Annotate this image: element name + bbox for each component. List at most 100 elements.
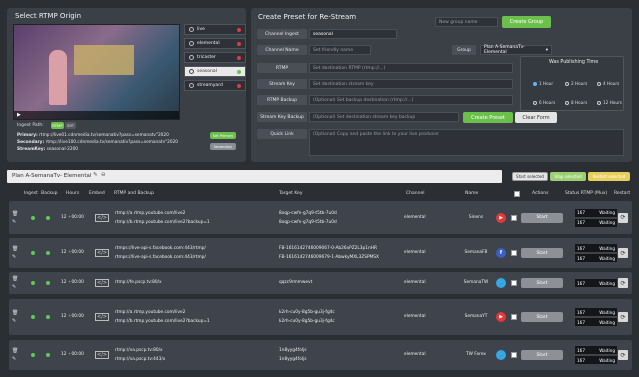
status-dot: [237, 41, 241, 46]
publishing-option[interactable]: 1 Hour: [533, 81, 553, 86]
publishing-option[interactable]: 2 Hours: [565, 81, 587, 86]
tab-srt[interactable]: SRT: [65, 122, 76, 129]
trash-icon[interactable]: 🗑: [12, 276, 18, 282]
row-checkbox[interactable]: [511, 314, 517, 320]
restart-icon[interactable]: ⟳: [618, 312, 628, 322]
edit-icon[interactable]: ✎: [12, 219, 16, 225]
create-group-button[interactable]: Create Group: [502, 16, 551, 28]
backup-status-dot: [46, 353, 50, 357]
channel-value: elemental: [404, 352, 426, 357]
create-preset-button[interactable]: Create Preset: [463, 112, 513, 123]
ingest-status-dot: [31, 353, 35, 357]
rtmp-backup-input[interactable]: (Optional) Set backup destination (rtmp:…: [309, 95, 513, 105]
status-primary: 167 Waiting: [575, 208, 617, 217]
start-selected-button[interactable]: Start selected: [512, 172, 548, 181]
stop-selected-button[interactable]: Stop selected: [550, 172, 586, 181]
channel-name-label: Channel Name: [257, 45, 307, 55]
status-primary: 167 Waiting: [575, 346, 617, 354]
trash-icon[interactable]: 🗑: [12, 211, 18, 217]
hours-value: 12 +00:00: [61, 314, 84, 319]
streamkey-label: Stream Key: [257, 79, 307, 89]
embed-icon[interactable]: </>: [95, 351, 110, 359]
row-checkbox[interactable]: [511, 280, 517, 286]
status-backup: 167 Waiting: [575, 254, 617, 262]
restart-icon[interactable]: ⟳: [618, 212, 628, 223]
radio-icon: [189, 27, 194, 32]
restart-selected-button[interactable]: Restart selected: [588, 172, 630, 181]
clear-form-button[interactable]: Clear Form: [515, 112, 557, 123]
publishing-box: Was Publishing Time 1 Hour 2 Hours 4 Hours…: [520, 56, 624, 111]
row-checkbox[interactable]: [511, 352, 517, 358]
edit-icon[interactable]: ✎: [12, 284, 16, 290]
status-dot: [237, 69, 241, 74]
ingest-status-dot: [31, 281, 35, 285]
restart-icon[interactable]: ⟳: [618, 248, 628, 258]
trash-icon[interactable]: 🗑: [12, 246, 18, 252]
source-label: seasonal: [197, 69, 217, 74]
row-checkbox[interactable]: [511, 214, 517, 221]
target-key-primary: qqzc9rmmwevt: [279, 280, 313, 285]
backup-status-dot: [46, 315, 50, 319]
target-key-backup: FB-1616142746009679-1-AbwkyMXL3ZSPMSX: [279, 255, 379, 260]
edit-icon[interactable]: ✎: [93, 172, 98, 178]
channel-ingest-input[interactable]: seasonal: [309, 29, 397, 39]
tab-rtmp[interactable]: RTMP: [51, 122, 64, 129]
streamkey-label: StreamKey:: [17, 147, 46, 152]
source-item-live[interactable]: live: [184, 24, 246, 35]
source-item-seasonal[interactable]: seasonal: [184, 66, 246, 77]
restart-icon[interactable]: ⟳: [618, 350, 628, 360]
target-key-backup: k2rh-cu0y-8g5b-gu3j-fg4c: [279, 319, 335, 324]
trash-icon[interactable]: 🗑: [12, 348, 18, 354]
row-checkbox[interactable]: [511, 250, 517, 256]
channel-value: elemental: [404, 314, 426, 319]
source-label: live: [197, 27, 205, 32]
publishing-option[interactable]: 8 Hours: [565, 100, 587, 105]
embed-icon[interactable]: </>: [95, 249, 110, 257]
play-icon[interactable]: ▶: [17, 112, 21, 118]
channel-name-input[interactable]: Set friendly name: [309, 45, 371, 55]
edit-icon[interactable]: ✎: [12, 318, 16, 324]
rtmp-primary: rtmp://a.rtmp.youtube.com/live2: [115, 310, 186, 315]
secondary-button[interactable]: Secondary: [210, 143, 236, 150]
delete-icon[interactable]: ⊖: [101, 172, 106, 178]
col-backup: Backup: [41, 191, 58, 196]
radio-icon: [533, 81, 537, 86]
streamkey-input[interactable]: Set destination stream key: [309, 79, 513, 89]
group-name-input[interactable]: New group name: [435, 17, 498, 27]
video-preview[interactable]: ▶: [13, 24, 180, 120]
start-button[interactable]: Start: [521, 248, 563, 258]
rtmp-input[interactable]: Set destination RTMP (rtmp://...): [309, 63, 513, 73]
channel-value: elemental: [404, 214, 426, 220]
col-rtmp: RTMP and Backup: [114, 191, 154, 196]
group-select[interactable]: Plan A-SemanaTv- Elemental ▾: [480, 45, 552, 55]
start-button[interactable]: Start: [521, 350, 563, 360]
source-item-elemental[interactable]: elemental: [184, 38, 246, 49]
embed-icon[interactable]: </>: [95, 313, 110, 321]
radio-icon: [189, 55, 194, 60]
restart-icon[interactable]: ⟳: [618, 278, 628, 288]
rtmp-backup: rtmp://b.rtmp.youtube.com/live2?backup=1: [115, 319, 210, 324]
status-dot: [237, 27, 241, 32]
status-dot: [237, 83, 241, 88]
source-item-streamyard[interactable]: streamyard: [184, 80, 246, 91]
target-key-primary: 8xqp-cwfn-g7q9-t5tb-7u0d: [279, 210, 337, 216]
publishing-option[interactable]: 4 Hours: [597, 81, 619, 86]
sk-backup-input[interactable]: (Optional) Set destination stream key ba…: [309, 112, 459, 122]
publishing-option[interactable]: 12 Hours: [597, 100, 622, 105]
trash-icon[interactable]: 🗑: [12, 310, 18, 316]
set-primary-button[interactable]: Set Primary: [210, 132, 236, 139]
target-key-backup: 1n8yyg4foljs: [279, 357, 307, 362]
plan-bar: Plan A-SemanaTv- Elemental ✎ ⊖: [7, 170, 502, 183]
quick-link-input[interactable]: (Optional) Copy and paste the link to yo…: [309, 129, 624, 156]
edit-icon[interactable]: ✎: [12, 356, 16, 362]
source-item-tricaster[interactable]: tricaster: [184, 52, 246, 63]
embed-icon[interactable]: </>: [95, 279, 110, 287]
edit-icon[interactable]: ✎: [12, 254, 16, 260]
name-value: SemanaYT: [464, 314, 488, 319]
start-button[interactable]: Start: [521, 312, 563, 322]
embed-icon[interactable]: </>: [95, 213, 110, 222]
publishing-option[interactable]: 6 Hours: [533, 100, 555, 105]
start-button[interactable]: Start: [521, 212, 563, 223]
start-button[interactable]: Start: [521, 278, 563, 288]
select-all-checkbox[interactable]: [514, 191, 520, 197]
